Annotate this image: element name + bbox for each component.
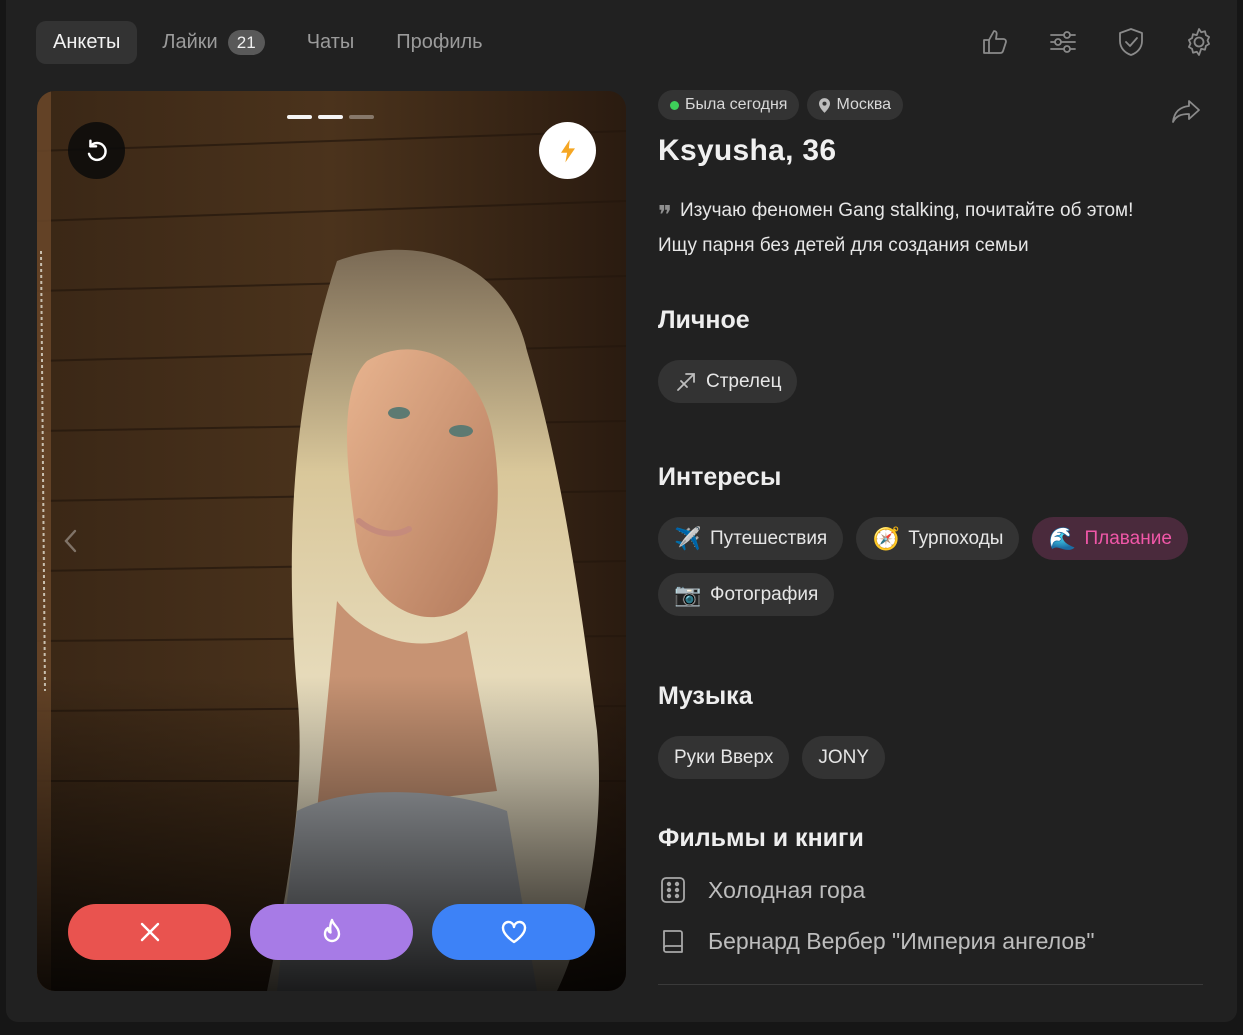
dislike-button[interactable] [68,904,231,960]
media-label: Холодная гора [708,876,866,903]
thumbs-up-icon[interactable] [979,22,1011,62]
share-button[interactable] [1169,94,1203,128]
tag-label: Путешествия [710,527,828,549]
zodiac-tag[interactable]: Стрелец [658,360,798,403]
bio-line-2: Ищу парня без детей для создания семьи [658,235,1029,256]
tag-label: Стрелец [706,370,782,392]
interest-tags: ✈️ Путешествия 🧭 Турпоходы 🌊 Плавание 📷 … [658,517,1198,616]
photo-indicator[interactable] [349,115,374,119]
interest-tag-swimming[interactable]: 🌊 Плавание [1032,517,1188,560]
photo-indicators [287,115,374,119]
media-item-book: Бернард Вербер "Империя ангелов" [658,926,1203,956]
app-window: Анкеты Лайки 21 Чаты Профиль Была сегодн… [6,0,1237,1022]
swimming-icon: 🌊 [1048,525,1077,551]
tag-label: Турпоходы [908,527,1004,549]
super-like-button[interactable] [250,904,413,960]
location-chip: Москва [807,90,904,120]
like-button[interactable] [432,904,595,960]
share-icon [1172,100,1200,123]
location-pin-icon [819,97,831,113]
airplane-icon: ✈️ [674,525,702,551]
sagittarius-icon [677,372,695,391]
profile-photo [37,91,626,991]
tag-label: Плавание [1084,527,1172,549]
music-tags: Руки Вверх JONY [658,736,1203,779]
main-tabs: Анкеты Лайки 21 Чаты Профиль [36,21,500,64]
lightning-icon [560,139,575,162]
bio-line-1: Изучаю феномен Gang stalking, почитайте … [680,200,1134,221]
book-icon [663,930,683,953]
media-label: Бернард Вербер "Империя ангелов" [708,927,1095,954]
photo-indicator[interactable] [287,115,312,119]
online-dot [670,100,679,110]
tab-label: Лайки [162,31,218,53]
profile-photo-card[interactable] [37,91,626,991]
status-chips: Была сегодня Москва [658,90,1203,120]
tab-label: Анкеты [53,31,121,53]
section-title-personal: Личное [658,306,750,334]
undo-icon [87,138,107,161]
photo-indicator[interactable] [318,115,343,119]
fire-icon [323,918,340,943]
profile-name-age: Ksyusha, 36 [658,134,837,167]
likes-count-badge: 21 [227,30,265,55]
shield-check-icon[interactable] [1115,22,1147,62]
filters-icon[interactable] [1047,22,1079,62]
online-status-chip: Была сегодня [658,90,800,120]
media-item-film: Холодная гора [658,875,1203,905]
personal-tags: Стрелец [658,360,1203,403]
close-icon [140,922,159,942]
online-status-text: Была сегодня [685,96,788,113]
music-tag[interactable]: JONY [802,736,886,779]
gear-icon[interactable] [1183,22,1215,62]
music-tag[interactable]: Руки Вверх [658,736,790,779]
boost-button[interactable] [539,122,596,179]
interest-tag-travel[interactable]: ✈️ Путешествия [658,517,844,560]
tag-label: Фотография [710,583,819,605]
camera-icon: 📷 [674,581,702,607]
chevron-left-icon [64,529,77,553]
section-title-music: Музыка [658,682,753,710]
heart-icon [501,920,526,944]
tab-profile[interactable]: Профиль [379,21,499,64]
location-text: Москва [836,96,892,113]
interest-tag-hiking[interactable]: 🧭 Турпоходы [856,517,1020,560]
quote-icon: ❞ [658,201,672,231]
interest-tag-photography[interactable]: 📷 Фотография [658,573,835,616]
section-title-media: Фильмы и книги [658,824,864,852]
tab-profiles[interactable]: Анкеты [36,21,138,64]
compass-icon: 🧭 [872,525,900,551]
undo-button[interactable] [68,122,125,179]
bottom-divider [658,984,1203,985]
tag-label: Руки Вверх [674,746,774,768]
section-title-interests: Интересы [658,463,782,491]
action-buttons [68,904,595,960]
tab-label: Чаты [306,31,355,53]
tag-label: JONY [818,746,870,768]
previous-photo-arrow[interactable] [59,523,83,559]
toolbar-icons [979,22,1215,62]
tab-label: Профиль [396,31,483,53]
profile-bio: ❞ Изучаю феномен Gang stalking, почитайте… [658,196,1203,260]
tab-chats[interactable]: Чаты [290,21,372,64]
film-icon [661,877,685,903]
tab-likes[interactable]: Лайки 21 [145,21,281,64]
profile-info-panel: Была сегодня Москва Ksyusha, 36 ❞ Изучаю … [658,90,1203,956]
